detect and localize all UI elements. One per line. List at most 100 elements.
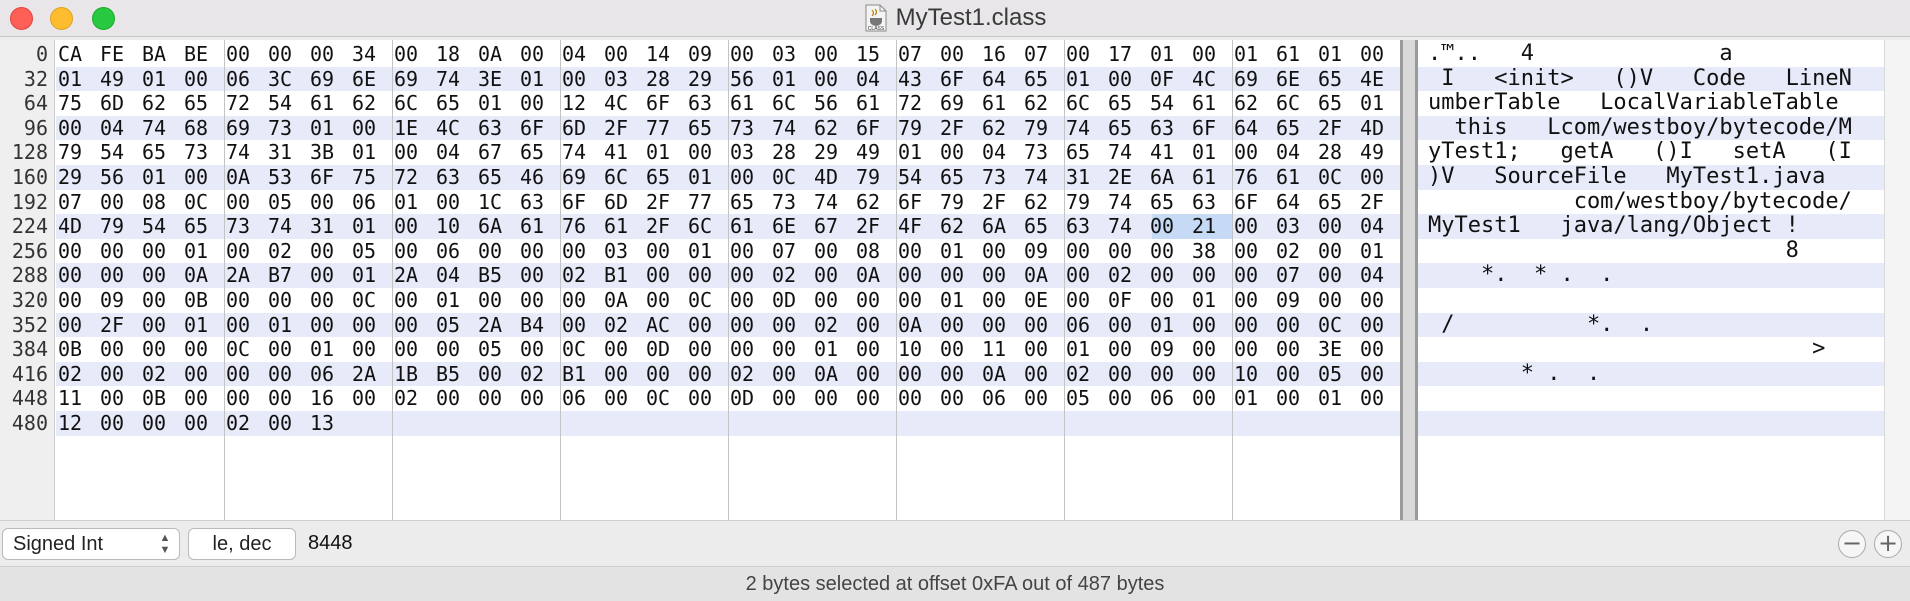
hex-byte[interactable]: 56 — [730, 67, 768, 92]
hex-byte[interactable]: 01 — [1234, 42, 1272, 67]
hex-byte[interactable]: 0B — [142, 386, 180, 411]
hex-byte[interactable]: 63 — [436, 165, 474, 190]
hex-byte[interactable]: 74 — [1066, 116, 1104, 141]
hex-byte[interactable]: 00 — [982, 313, 1020, 338]
hex-byte[interactable]: 79 — [1066, 190, 1104, 215]
hex-byte[interactable]: 74 — [1108, 190, 1146, 215]
hex-byte[interactable]: 3E — [1318, 337, 1356, 362]
hex-byte[interactable]: 75 — [58, 91, 96, 116]
hex-byte[interactable]: 01 — [142, 67, 180, 92]
hex-byte[interactable]: FE — [100, 42, 138, 67]
hex-byte[interactable]: 00 — [478, 239, 516, 264]
hex-byte[interactable]: 00 — [1234, 337, 1272, 362]
hex-byte[interactable]: 0A — [982, 362, 1020, 387]
hex-byte[interactable]: 28 — [646, 67, 684, 92]
hex-byte[interactable]: 00 — [1360, 42, 1398, 67]
hex-byte[interactable]: 74 — [268, 214, 306, 239]
hex-byte[interactable]: 31 — [310, 214, 348, 239]
hex-byte[interactable]: 00 — [268, 42, 306, 67]
hex-byte[interactable]: 00 — [898, 288, 936, 313]
hex-byte[interactable]: 0D — [646, 337, 684, 362]
hex-byte[interactable]: 01 — [688, 239, 726, 264]
hex-byte[interactable]: 00 — [1234, 288, 1272, 313]
hex-byte[interactable]: 0A — [814, 362, 852, 387]
hex-byte[interactable]: 01 — [520, 67, 558, 92]
hex-byte[interactable]: 0C — [1318, 165, 1356, 190]
hex-byte[interactable]: 00 — [1150, 288, 1188, 313]
hex-byte[interactable]: 6D — [100, 91, 138, 116]
hex-byte[interactable]: 0E — [1024, 288, 1062, 313]
hex-byte[interactable]: 63 — [1192, 190, 1230, 215]
hex-byte[interactable]: 00 — [1360, 288, 1398, 313]
hex-byte[interactable]: 65 — [1150, 190, 1188, 215]
hex-byte[interactable]: 00 — [982, 263, 1020, 288]
hex-byte[interactable]: 01 — [1360, 239, 1398, 264]
hex-byte[interactable]: B4 — [520, 313, 558, 338]
hex-byte[interactable]: 2E — [1108, 165, 1146, 190]
hex-byte[interactable]: 00 — [184, 362, 222, 387]
hex-byte[interactable]: 67 — [814, 214, 852, 239]
hex-byte[interactable]: 13 — [310, 411, 348, 436]
hex-byte[interactable]: 00 — [562, 288, 600, 313]
hex-byte[interactable]: 1C — [478, 190, 516, 215]
hex-byte[interactable]: 00 — [730, 263, 768, 288]
hex-byte[interactable]: 01 — [1360, 91, 1398, 116]
hex-byte[interactable]: 00 — [688, 263, 726, 288]
hex-byte[interactable]: 00 — [730, 239, 768, 264]
hex-byte[interactable]: 00 — [226, 190, 264, 215]
ascii-row[interactable]: yTest1; getA ()I setA (I — [1428, 140, 1852, 165]
hex-byte[interactable]: 00 — [1234, 214, 1272, 239]
hex-byte[interactable]: 01 — [898, 140, 936, 165]
hex-byte[interactable]: 00 — [730, 288, 768, 313]
hex-byte[interactable]: 46 — [520, 165, 558, 190]
hex-byte[interactable]: 54 — [142, 214, 180, 239]
hex-byte[interactable]: 00 — [688, 337, 726, 362]
hex-byte[interactable]: 04 — [562, 42, 600, 67]
ascii-row[interactable]: .™.. 4 a — [1428, 41, 1733, 67]
hex-byte[interactable]: 07 — [772, 239, 810, 264]
hex-byte[interactable]: 00 — [772, 313, 810, 338]
hex-byte[interactable]: 01 — [310, 116, 348, 141]
hex-byte[interactable]: 03 — [604, 67, 642, 92]
hex-byte[interactable]: 00 — [898, 239, 936, 264]
hex-byte[interactable]: B5 — [478, 263, 516, 288]
hex-byte[interactable]: 79 — [940, 190, 978, 215]
hex-byte[interactable]: 00 — [1024, 386, 1062, 411]
hex-byte[interactable]: 0A — [856, 263, 894, 288]
hex-byte[interactable]: 00 — [688, 386, 726, 411]
hex-byte[interactable]: 79 — [1024, 116, 1062, 141]
hex-byte[interactable]: 73 — [772, 190, 810, 215]
ascii-row[interactable]: this Lcom/westboy/bytecode/M — [1428, 115, 1851, 141]
hex-byte[interactable]: 00 — [646, 362, 684, 387]
hex-byte[interactable]: 69 — [226, 116, 264, 141]
hex-byte[interactable]: 74 — [226, 140, 264, 165]
hex-byte[interactable]: 00 — [226, 362, 264, 387]
hex-byte[interactable]: 00 — [1108, 67, 1146, 92]
hex-byte[interactable]: 65 — [436, 91, 474, 116]
hex-byte[interactable]: 00 — [856, 337, 894, 362]
hex-byte[interactable]: 61 — [1276, 42, 1314, 67]
hex-byte[interactable]: 6C — [1276, 91, 1314, 116]
hex-byte[interactable]: 12 — [562, 91, 600, 116]
hex-byte[interactable]: 6F — [520, 116, 558, 141]
hex-byte[interactable]: 73 — [730, 116, 768, 141]
hex-byte[interactable]: 00 — [478, 362, 516, 387]
hex-byte[interactable]: 01 — [184, 239, 222, 264]
hex-byte[interactable]: 4C — [436, 116, 474, 141]
hex-byte[interactable]: 00 — [520, 91, 558, 116]
hex-byte[interactable]: 0C — [688, 288, 726, 313]
hex-byte[interactable]: B5 — [436, 362, 474, 387]
hex-byte[interactable]: 06 — [310, 362, 348, 387]
hex-byte[interactable]: 00 — [940, 313, 978, 338]
hex-byte[interactable]: 0C — [352, 288, 390, 313]
hex-byte[interactable]: 00 — [730, 313, 768, 338]
hex-byte[interactable]: 61 — [730, 214, 768, 239]
hex-byte[interactable]: 29 — [688, 67, 726, 92]
hex-byte[interactable]: 73 — [184, 140, 222, 165]
hex-byte[interactable]: 6A — [478, 214, 516, 239]
hex-byte[interactable]: 0A — [478, 42, 516, 67]
hex-byte[interactable]: 67 — [478, 140, 516, 165]
hex-byte[interactable]: 69 — [1234, 67, 1272, 92]
hex-byte[interactable]: 10 — [898, 337, 936, 362]
hex-byte[interactable]: 01 — [394, 190, 432, 215]
